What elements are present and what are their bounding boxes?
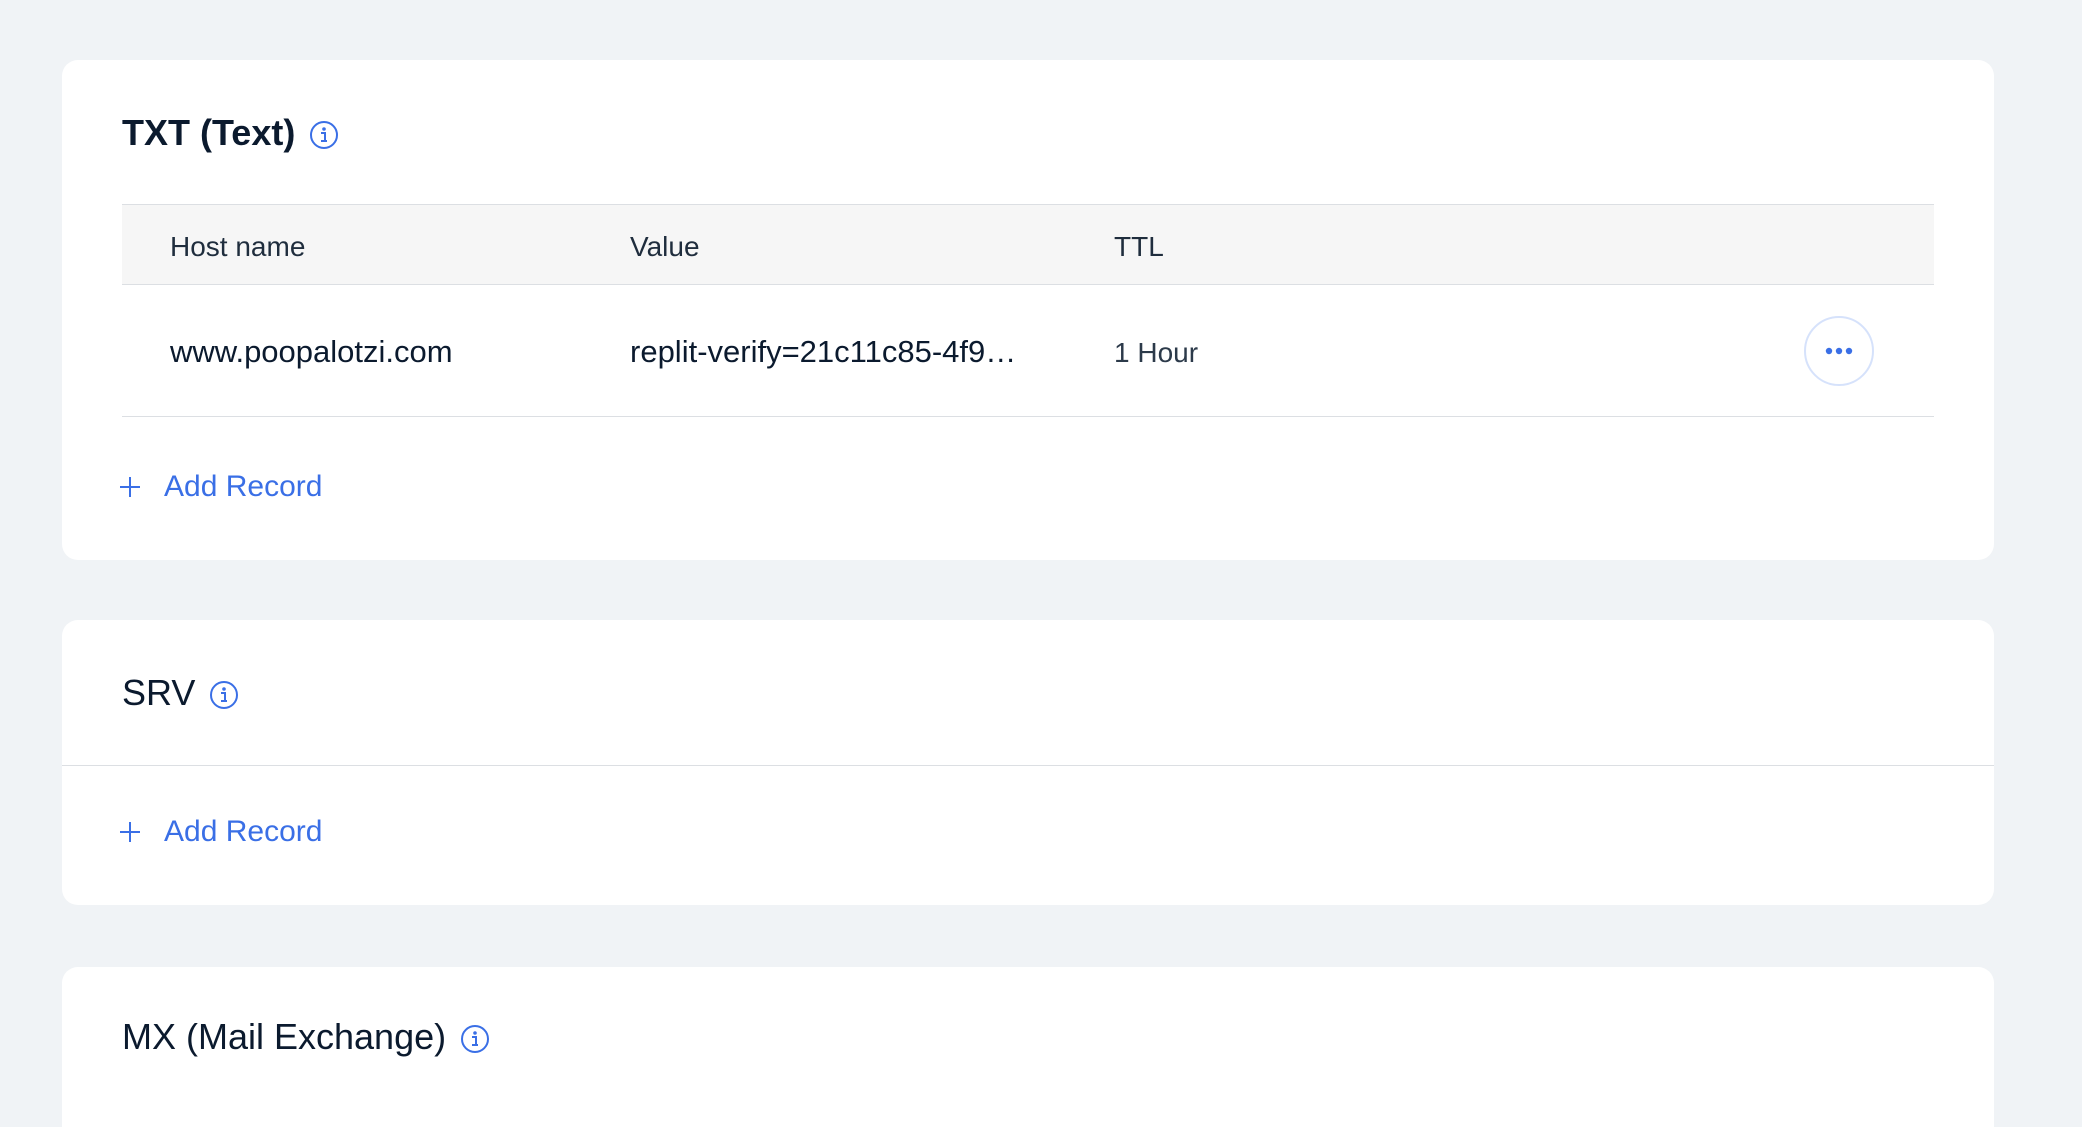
add-txt-record-button[interactable]: Add Record [116,470,322,504]
record-value: replit-verify=21c11c85-4f9… [630,334,1017,369]
info-icon[interactable] [460,1024,490,1054]
info-icon[interactable] [209,680,239,710]
record-ttl: 1 Hour [1114,337,1199,368]
add-record-label: Add Record [164,470,323,503]
more-horizontal-icon [1825,342,1853,360]
column-header-ttl: TTL [1114,231,1164,262]
record-host-name: www.poopalotzi.com [170,334,453,369]
table-row: www.poopalotzi.com replit-verify=21c11c8… [122,285,1934,417]
plus-icon [116,818,144,846]
mx-records-card: MX (Mail Exchange) [62,967,1994,1127]
srv-section-header: SRV [122,675,239,711]
table-header: Host name Value TTL [122,204,1934,285]
info-icon[interactable] [309,120,339,150]
txt-records-card: TXT (Text) Host name Value TTL www.poopa… [62,60,1994,560]
column-header-value: Value [630,231,700,262]
txt-section-title: TXT (Text) [122,112,296,153]
txt-section-header: TXT (Text) [122,115,339,151]
more-actions-button[interactable] [1804,316,1874,386]
column-header-host-name: Host name [170,231,306,262]
txt-records-table: Host name Value TTL www.poopalotzi.com r… [122,204,1934,417]
add-record-label: Add Record [164,815,323,848]
plus-icon [116,473,144,501]
srv-records-card: SRV Add Record [62,620,1994,905]
mx-section-header: MX (Mail Exchange) [122,1019,490,1055]
mx-section-title: MX (Mail Exchange) [122,1016,447,1057]
section-divider [62,765,1994,766]
srv-section-title: SRV [122,672,196,713]
add-srv-record-button[interactable]: Add Record [116,815,322,849]
